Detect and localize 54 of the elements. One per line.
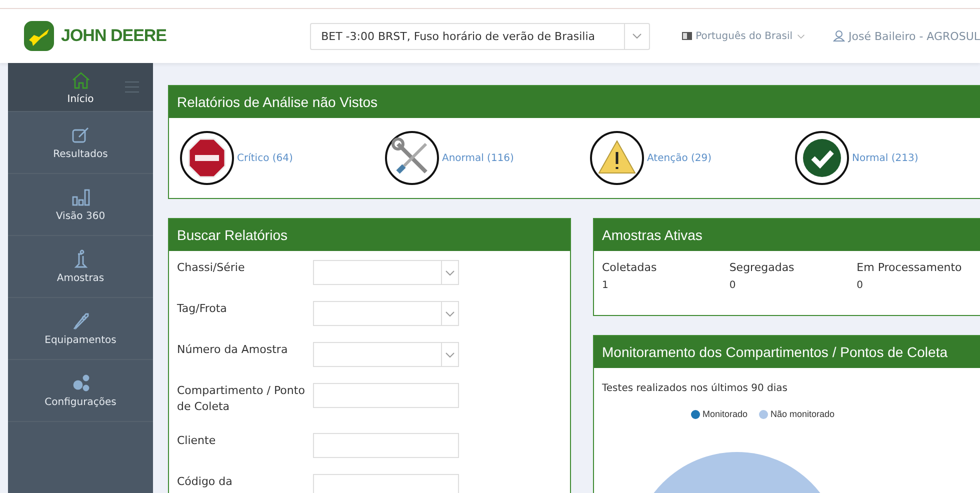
chevron-icon: [632, 33, 642, 39]
panel-title: Monitoramento dos Compartimentos / Pontos de Coleta: [594, 336, 980, 368]
chart-subtitle: Testes realizados nos últimos 90 dias: [602, 383, 788, 394]
input-field[interactable]: [313, 433, 459, 458]
sidebar-item[interactable]: Início: [8, 63, 153, 112]
column-value: 0: [729, 280, 737, 291]
field-label: Tag/Frota: [177, 301, 228, 317]
user-menu[interactable]: José Baileiro - AGROSUL: [832, 30, 980, 42]
flag-icon: [682, 31, 692, 41]
input-field[interactable]: [313, 383, 459, 408]
panel-title: Buscar Relatórios: [169, 219, 570, 251]
report-link[interactable]: Crítico (64): [237, 152, 293, 164]
field-label: Compartimento / Ponto de Coleta: [177, 383, 306, 415]
legend-label: Não monitorado: [770, 409, 835, 419]
select-field[interactable]: [313, 342, 459, 367]
field-label: Número da Amostra: [177, 342, 289, 358]
legend-label: Monitorado: [702, 409, 748, 419]
column-value: 0: [856, 280, 864, 291]
report-link[interactable]: Anormal (116): [442, 152, 514, 164]
sidebar-item[interactable]: Visão 360: [8, 174, 153, 236]
home-icon: [70, 70, 90, 90]
chevron-icon: [445, 270, 455, 276]
column-label: Em Processamento: [856, 261, 963, 274]
sidebar-item[interactable]: Amostras: [8, 236, 153, 298]
brand-name: JOHN DEERE: [61, 26, 167, 46]
stop-sign-icon: [179, 130, 235, 186]
menu-icon[interactable]: [125, 81, 139, 93]
sidebar-item[interactable]: Equipamentos: [8, 298, 153, 360]
panel-title: Relatórios de Análise não Vistos: [169, 86, 980, 118]
report-link[interactable]: Normal (213): [852, 152, 918, 164]
edit-icon: [70, 125, 90, 145]
checkmark-icon: [794, 130, 850, 186]
sidebar-item[interactable]: Resultados: [8, 112, 153, 174]
user-icon: [832, 30, 845, 42]
field-label: Código da: [177, 474, 234, 490]
language-menu[interactable]: Português do Brasil: [682, 30, 805, 42]
tools-icon: [384, 130, 440, 186]
input-field[interactable]: [313, 474, 459, 493]
warning-icon: [589, 130, 645, 186]
chevron-icon: [445, 352, 455, 358]
sidebar-item[interactable]: Configurações: [8, 360, 153, 422]
report-link[interactable]: Atenção (29): [647, 152, 712, 164]
select-field[interactable]: [313, 260, 459, 285]
field-label: Chassi/Série: [177, 260, 246, 276]
select-field[interactable]: [313, 301, 459, 326]
column-value: 1: [602, 280, 610, 291]
field-label: Cliente: [177, 433, 217, 449]
chevron-icon: [796, 34, 805, 38]
column-label: Coletadas: [602, 261, 658, 274]
panel-title: Amostras Ativas: [594, 219, 980, 251]
column-label: Segregadas: [729, 261, 796, 274]
bar-chart-icon: [70, 187, 90, 207]
timezone-select[interactable]: BET -3:00 BRST, Fuso horário de verão de Brasilia: [310, 22, 650, 50]
chevron-icon: [445, 310, 455, 316]
